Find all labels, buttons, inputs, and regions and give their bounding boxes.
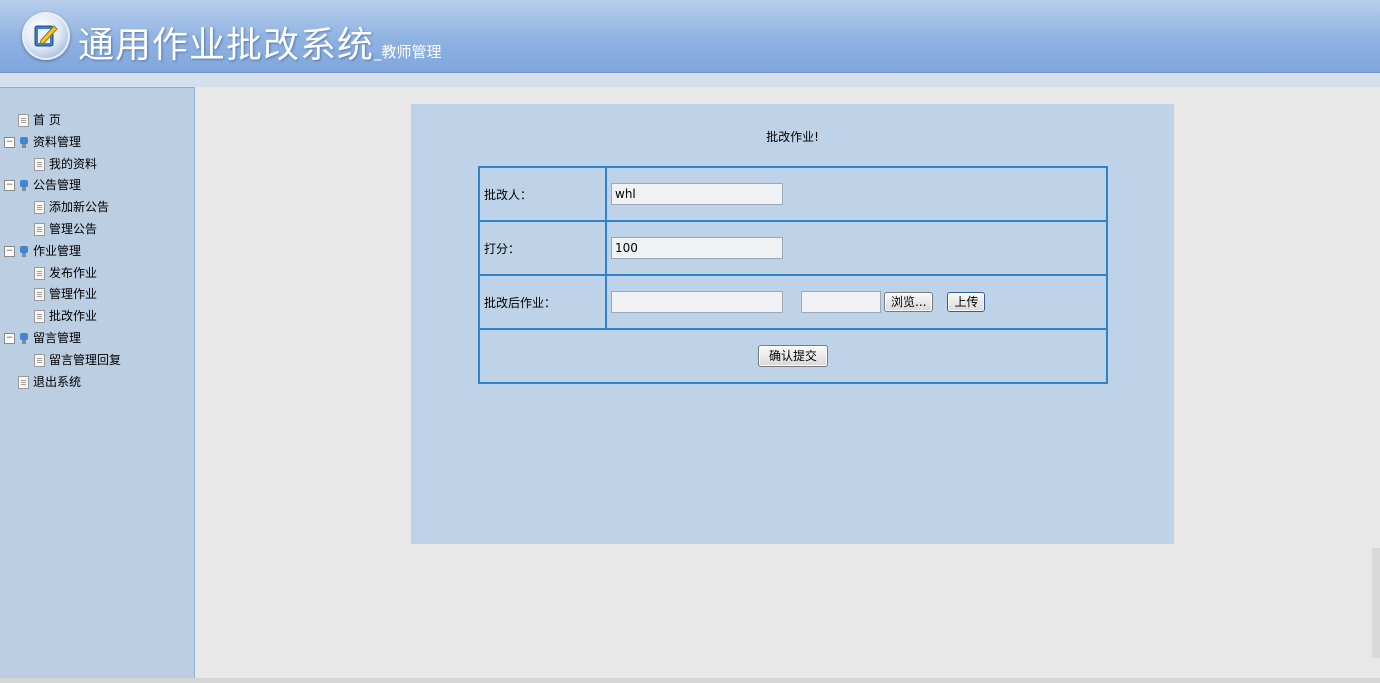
nav-group-label: 留言管理: [33, 330, 82, 345]
collapse-toggle-icon[interactable]: −: [4, 180, 15, 192]
system-title-text: 通用作业批改系统: [78, 25, 375, 66]
nav-item-label: 我的资料: [49, 156, 98, 171]
nav-tree: 首 页 − 资料管理 我的资料 − 公告管理 添加新公告 管理公告 − 作业管理 发布…: [4, 110, 121, 393]
upload-button[interactable]: 上传: [947, 292, 986, 312]
grading-form: 批改人： whl 打分： 100 批改后作业： 浏览... 上传 确认提交: [478, 166, 1108, 384]
grader-label: 批改人：: [478, 166, 607, 222]
nav-group-profile[interactable]: − 资料管理: [4, 132, 121, 154]
collapse-toggle-icon[interactable]: −: [4, 136, 15, 148]
content-panel: 批改作业! 批改人： whl 打分： 100 批改后作业： 浏览... 上传 确认…: [411, 104, 1174, 544]
header-band: [0, 73, 1380, 87]
bottom-border: [0, 678, 1380, 683]
nav-item-label: 管理作业: [49, 287, 98, 302]
graded-file-cell: 浏览... 上传: [605, 274, 1108, 330]
nav-item-home[interactable]: 首 页: [4, 110, 121, 132]
nav-group-messages[interactable]: − 留言管理: [4, 328, 121, 350]
nav-group-label: 作业管理: [33, 243, 82, 258]
system-subtitle: _教师管理: [374, 43, 442, 61]
nav-item-manage-notices[interactable]: 管理公告: [4, 219, 121, 241]
nav-group-label: 公告管理: [33, 178, 82, 193]
nav-item-label: 发布作业: [49, 265, 98, 280]
folder-icon: [19, 245, 29, 257]
folder-icon: [19, 136, 29, 148]
score-cell: 100: [605, 220, 1108, 276]
form-row-file: 批改后作业： 浏览... 上传: [478, 274, 1108, 330]
document-icon: [34, 157, 45, 171]
document-icon: [34, 288, 45, 302]
file-path-input[interactable]: [801, 291, 881, 313]
nav-item-manage-homework[interactable]: 管理作业: [4, 284, 121, 306]
collapse-toggle-icon[interactable]: −: [4, 332, 15, 344]
document-icon: [34, 353, 45, 367]
grader-input[interactable]: whl: [611, 183, 783, 205]
app-header: 通用作业批改系统_教师管理: [0, 0, 1380, 73]
graded-file-input[interactable]: [611, 291, 783, 313]
folder-icon: [19, 332, 29, 344]
scrollbar[interactable]: [1372, 548, 1380, 658]
sidebar: 首 页 − 资料管理 我的资料 − 公告管理 添加新公告 管理公告 − 作业管理 发布…: [0, 87, 195, 678]
form-title: 批改作业!: [766, 130, 819, 144]
nav-item-message-replies[interactable]: 留言管理回复: [4, 350, 121, 372]
graded-file-label: 批改后作业：: [478, 274, 607, 330]
system-title: 通用作业批改系统_教师管理: [78, 16, 442, 68]
score-input[interactable]: 100: [611, 237, 783, 259]
nav-item-label: 管理公告: [49, 221, 98, 236]
grader-cell: whl: [605, 166, 1108, 222]
nav-item-grade-homework[interactable]: 批改作业: [4, 306, 121, 328]
document-icon: [34, 222, 45, 236]
browse-button[interactable]: 浏览...: [884, 292, 934, 312]
document-icon: [34, 310, 45, 324]
collapse-toggle-icon[interactable]: −: [4, 245, 15, 257]
submit-cell: 确认提交: [478, 328, 1108, 384]
nav-item-label: 添加新公告: [49, 200, 110, 215]
nav-item-label: 退出系统: [33, 374, 82, 389]
submit-button[interactable]: 确认提交: [757, 345, 828, 367]
nav-item-label: 批改作业: [49, 309, 98, 324]
document-icon: [34, 266, 45, 280]
pencil-check-icon: [22, 12, 70, 60]
nav-item-my-profile[interactable]: 我的资料: [4, 154, 121, 176]
nav-group-label: 资料管理: [33, 134, 82, 149]
form-row-score: 打分： 100: [478, 220, 1108, 276]
nav-item-logout[interactable]: 退出系统: [4, 372, 121, 394]
form-row-submit: 确认提交: [478, 328, 1108, 384]
document-icon: [18, 375, 29, 389]
nav-item-label: 留言管理回复: [49, 352, 122, 367]
score-label: 打分：: [478, 220, 607, 276]
document-icon: [34, 201, 45, 215]
nav-item-label: 首 页: [33, 113, 61, 127]
folder-icon: [19, 180, 29, 192]
nav-group-notices[interactable]: − 公告管理: [4, 175, 121, 197]
nav-item-add-notice[interactable]: 添加新公告: [4, 197, 121, 219]
nav-group-homework[interactable]: − 作业管理: [4, 241, 121, 263]
form-row-grader: 批改人： whl: [478, 166, 1108, 222]
nav-item-publish-homework[interactable]: 发布作业: [4, 263, 121, 285]
document-icon: [18, 114, 29, 127]
